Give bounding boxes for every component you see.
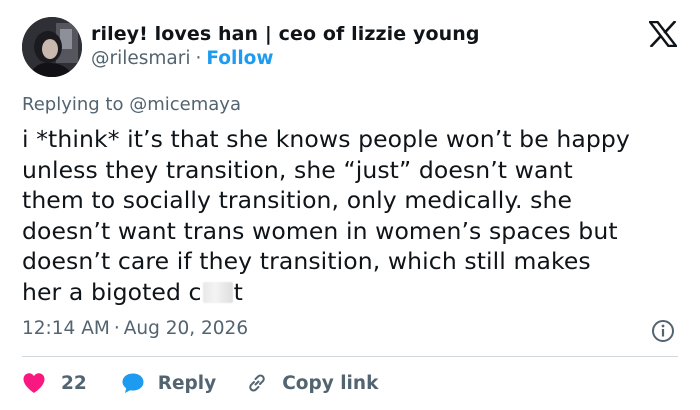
speech-bubble-icon xyxy=(121,372,145,394)
tweet-time: 12:14 AM xyxy=(22,318,110,339)
info-icon[interactable] xyxy=(651,319,675,343)
copy-link-label: Copy link xyxy=(282,372,379,394)
like-button[interactable]: 22 xyxy=(22,372,87,394)
replying-to-prefix: Replying to xyxy=(22,94,124,115)
replying-to-line: Replying to @micemaya xyxy=(22,94,241,115)
heart-icon xyxy=(22,372,46,394)
tweet-last-line-start: her a bigoted c xyxy=(22,277,202,306)
tweet-line: unless they transition, she “just” doesn… xyxy=(22,155,573,184)
like-count: 22 xyxy=(61,372,87,394)
censor-blur xyxy=(202,281,233,303)
action-bar: 22 Reply Copy link xyxy=(22,368,378,398)
avatar[interactable] xyxy=(22,17,82,77)
author-handle[interactable]: @rilesmari xyxy=(91,48,191,69)
reply-button[interactable]: Reply xyxy=(121,372,216,394)
x-logo-icon[interactable] xyxy=(647,20,679,48)
author-handle-row: @rilesmari · Follow xyxy=(91,48,274,69)
author-display-name[interactable]: riley! loves han | ceo of lizzie young xyxy=(91,23,480,45)
tweet-line: them to socially transition, only medica… xyxy=(22,186,573,215)
follow-button[interactable]: Follow xyxy=(206,48,273,69)
tweet-date: Aug 20, 2026 xyxy=(123,318,249,339)
handle-separator: · xyxy=(195,48,202,69)
tweet-line: doesn’t care if they transition, which s… xyxy=(22,247,591,276)
tweet-card: riley! loves han | ceo of lizzie young @… xyxy=(0,0,700,410)
tweet-last-line-end: t xyxy=(233,277,243,306)
replying-to-mention[interactable]: @micemaya xyxy=(129,94,241,115)
tweet-body: i *think* it’s that she knows people won… xyxy=(22,124,682,308)
divider xyxy=(22,356,678,357)
link-icon xyxy=(245,371,269,395)
copy-link-button[interactable]: Copy link xyxy=(245,371,378,395)
tweet-line: i *think* it’s that she knows people won… xyxy=(22,125,630,153)
tweet-line: doesn’t want trans women in women’s spac… xyxy=(22,216,618,245)
timestamp-separator: · xyxy=(113,318,120,339)
reply-label: Reply xyxy=(157,372,217,394)
tweet-last-line: her a bigoted c t xyxy=(22,277,682,308)
tweet-timestamp[interactable]: 12:14 AM · Aug 20, 2026 xyxy=(22,318,248,339)
